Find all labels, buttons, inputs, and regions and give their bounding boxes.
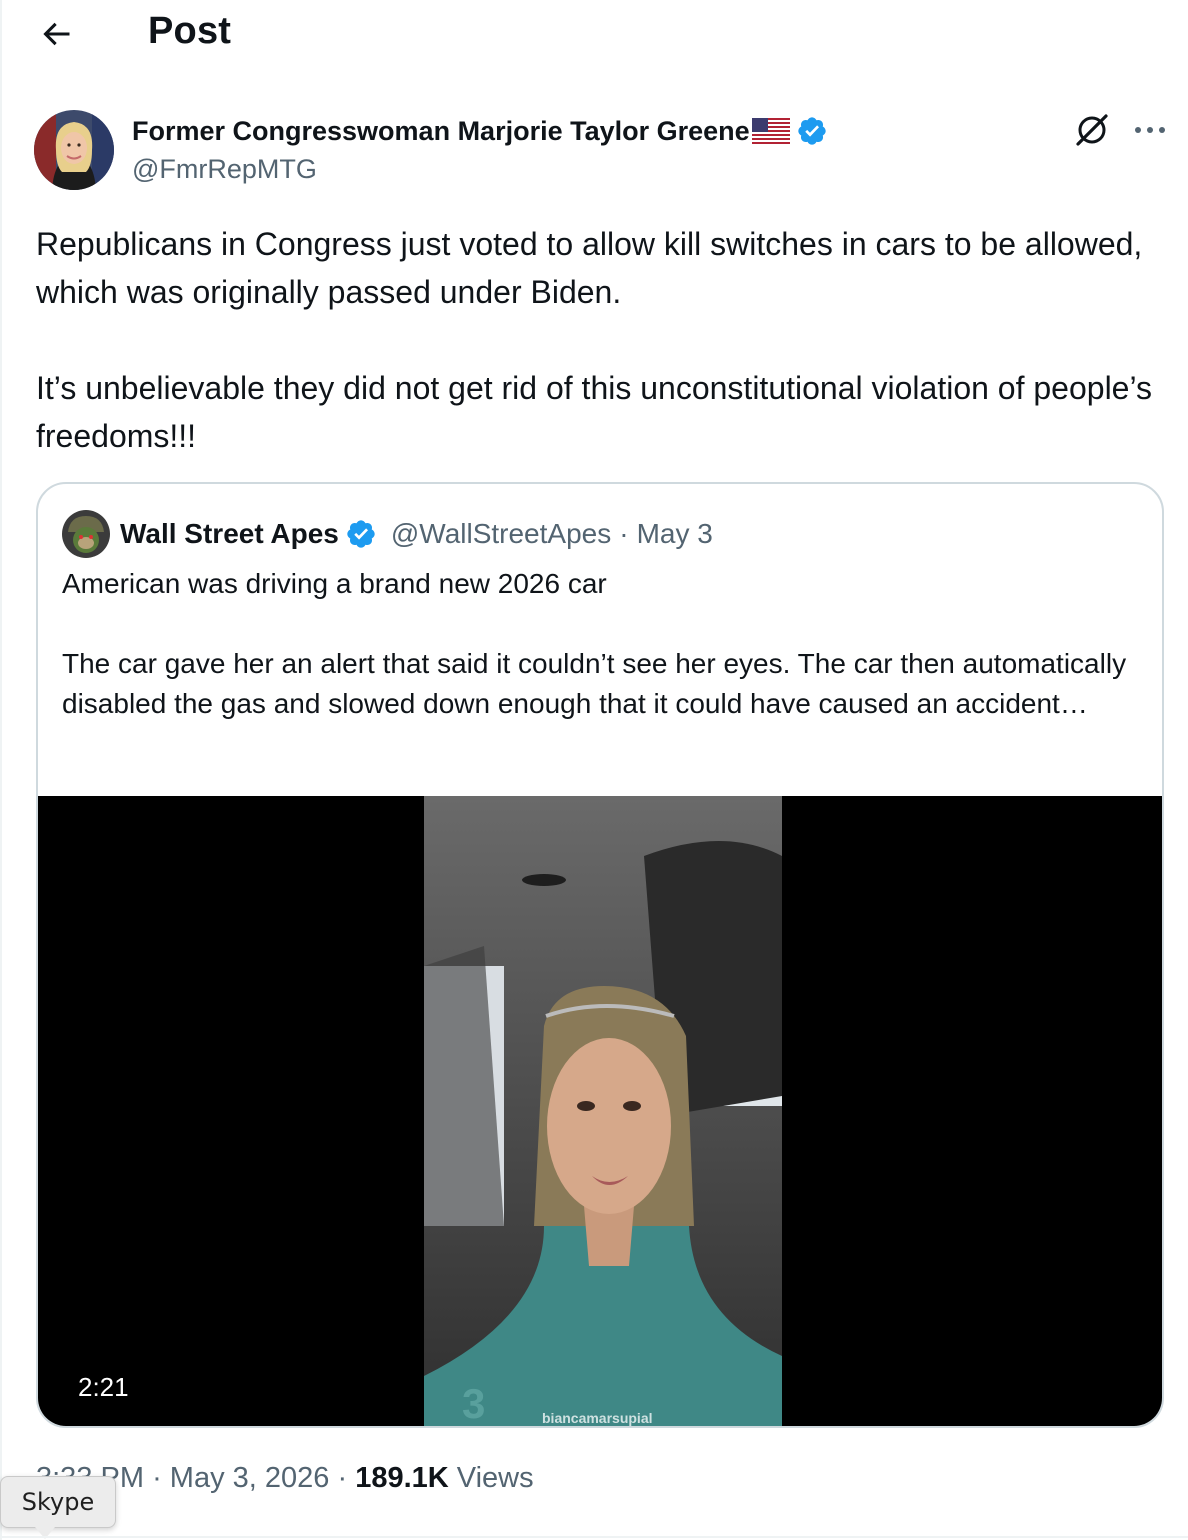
verified-badge-icon: [347, 520, 375, 548]
grok-icon[interactable]: [1072, 110, 1112, 150]
author-avatar[interactable]: [34, 110, 114, 190]
video-thumbnail: 3: [424, 796, 782, 1427]
back-button[interactable]: [36, 14, 76, 54]
separator-dot: ·: [152, 1462, 162, 1494]
quoted-post[interactable]: Wall Street Apes @WallStreetApes · May 3…: [36, 482, 1164, 1428]
quote-author-name[interactable]: Wall Street Apes: [120, 518, 339, 550]
post-text: Republicans in Congress just voted to al…: [36, 226, 1152, 454]
page-title: Post: [148, 10, 232, 52]
author-name-row: Former Congresswoman Marjorie Taylor Gre…: [132, 112, 828, 150]
post-header: Post: [0, 0, 1188, 66]
skype-tooltip: Skype: [0, 1476, 116, 1539]
views-label: Views: [456, 1462, 534, 1494]
left-border: [0, 0, 2, 1540]
quote-avatar-image: [62, 510, 110, 558]
quote-text: American was driving a brand new 2026 ca…: [62, 568, 1127, 719]
quote-header: Wall Street Apes @WallStreetApes · May 3: [120, 514, 713, 554]
quote-author-handle[interactable]: @WallStreetApes: [391, 518, 611, 550]
quote-video[interactable]: 3 biancamarsupial 2:21: [38, 796, 1162, 1427]
tooltip-label: Skype: [21, 1488, 95, 1516]
author-handle[interactable]: @FmrRepMTG: [132, 154, 317, 185]
post-date[interactable]: May 3, 2026: [170, 1462, 330, 1494]
quote-date[interactable]: May 3: [637, 518, 713, 550]
author-name[interactable]: Former Congresswoman Marjorie Taylor Gre…: [132, 116, 750, 147]
avatar-image: [34, 110, 114, 190]
us-flag-icon: [751, 118, 790, 144]
separator-dot: ·: [337, 1462, 348, 1494]
quote-author-avatar[interactable]: [62, 510, 110, 558]
video-frame: 3: [424, 796, 782, 1427]
verified-badge-icon: [798, 117, 826, 145]
video-duration: 2:21: [78, 1372, 129, 1402]
views-count: 189.1K: [355, 1462, 449, 1494]
arrow-left-icon: [43, 22, 70, 46]
video-watermark: biancamarsupial: [542, 1410, 653, 1426]
watermark-text: biancamarsupial: [542, 1410, 653, 1426]
separator-dot: ·: [619, 518, 629, 549]
divider: [0, 1536, 1188, 1538]
svg-text:3: 3: [462, 1380, 485, 1427]
more-options-icon[interactable]: [1128, 110, 1172, 150]
